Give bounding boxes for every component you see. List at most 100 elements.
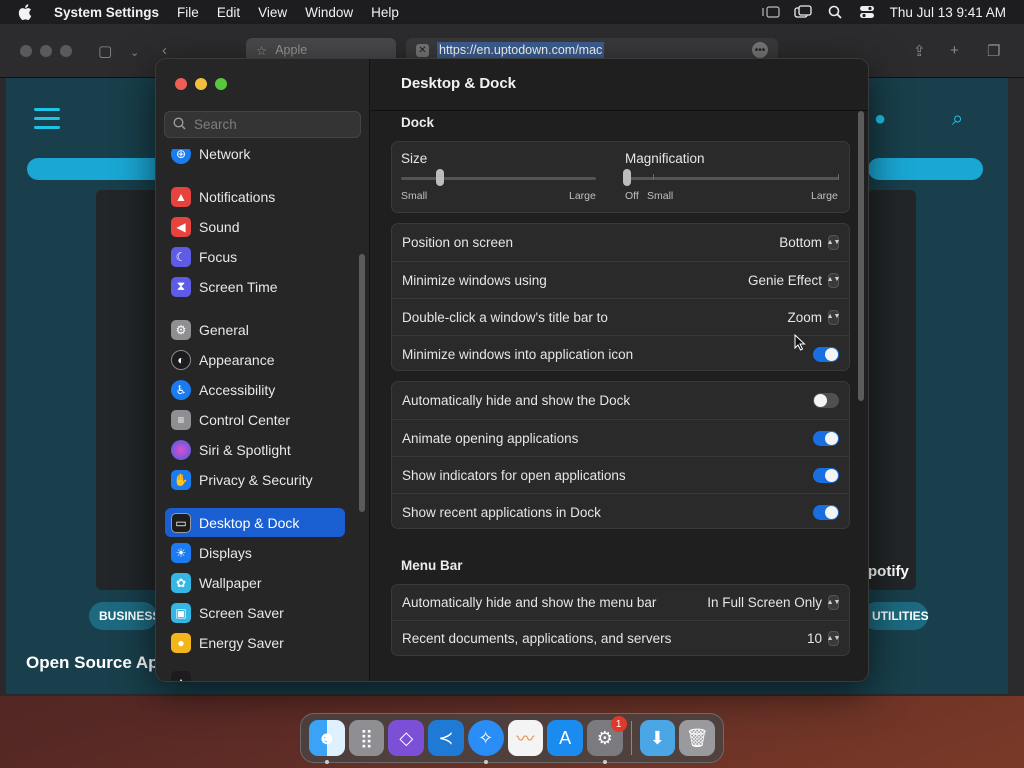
- sidebar-item-sound[interactable]: ◀ Sound: [165, 212, 345, 241]
- trash-icon[interactable]: 🗑: [679, 720, 716, 756]
- size-slider-knob[interactable]: [436, 169, 444, 186]
- row-auto-hide-menu-bar[interactable]: Automatically hide and show the menu bar…: [392, 585, 849, 620]
- finder-icon[interactable]: ☻: [309, 720, 345, 764]
- row-show-recent-apps[interactable]: Show recent applications in Dock: [392, 493, 849, 530]
- position-popup[interactable]: Bottom ▲▼: [779, 235, 840, 250]
- back-arrow-icon[interactable]: ‹: [162, 42, 167, 59]
- sidebar-item-appearance[interactable]: ◐ Appearance: [165, 345, 345, 374]
- sidebar-scrollbar[interactable]: [359, 254, 365, 512]
- row-show-indicators[interactable]: Show indicators for open applications: [392, 456, 849, 493]
- hamburger-menu-icon[interactable]: [34, 108, 60, 135]
- sidebar-item-focus[interactable]: ☾ Focus: [165, 242, 345, 271]
- size-slider-track[interactable]: [401, 177, 596, 180]
- row-animate-opening[interactable]: Animate opening applications: [392, 419, 849, 456]
- app-card-title[interactable]: potify: [868, 563, 909, 580]
- sidebar-item-label: Wallpaper: [199, 574, 262, 591]
- category-chip[interactable]: UTILITIES: [862, 602, 929, 630]
- magnification-slider-track[interactable]: [625, 177, 839, 180]
- visual-studio-icon[interactable]: ◇: [388, 720, 425, 756]
- show-recent-apps-toggle[interactable]: [813, 504, 839, 520]
- downloads-folder-icon[interactable]: ⬇: [639, 720, 676, 756]
- minimize-into-icon-toggle[interactable]: [813, 346, 839, 362]
- apple-menu-icon[interactable]: [0, 4, 50, 20]
- freeform-icon[interactable]: 〰: [507, 720, 544, 756]
- safari-icon[interactable]: ✧: [467, 720, 504, 764]
- menu-window[interactable]: Window: [296, 5, 362, 20]
- sidebar-item-wallpaper[interactable]: ✿ Wallpaper: [165, 568, 345, 597]
- sidebar-search-field[interactable]: Search: [164, 111, 361, 138]
- sidebar-item-lock-screen[interactable]: ▴: [165, 666, 345, 681]
- tab-close-icon[interactable]: ✕: [416, 43, 429, 57]
- stage-manager-icon[interactable]: [762, 5, 780, 19]
- sidebar-item-displays[interactable]: ☀ Displays: [165, 538, 345, 567]
- sidebar-item-control-center[interactable]: ≡ Control Center: [165, 405, 345, 434]
- menu-app-name[interactable]: System Settings: [50, 5, 168, 20]
- popup-chevron-icon: ▲▼: [827, 272, 840, 288]
- tab-label: Apple: [275, 43, 308, 57]
- vscode-icon[interactable]: ≺: [428, 720, 464, 756]
- page-title: Desktop & Dock: [401, 75, 517, 92]
- tab-overview-icon[interactable]: ❐: [987, 42, 1000, 60]
- menu-edit[interactable]: Edit: [208, 5, 249, 20]
- recent-items-popup[interactable]: 10 ▲▼: [807, 631, 840, 646]
- size-min-label: Small: [401, 190, 428, 202]
- screen-mirroring-icon[interactable]: [794, 5, 812, 19]
- sidebar-item-siri-spotlight[interactable]: Siri & Spotlight: [165, 435, 345, 464]
- menu-view[interactable]: View: [249, 5, 296, 20]
- magnification-slider-knob[interactable]: [623, 169, 631, 186]
- row-auto-hide-dock[interactable]: Automatically hide and show the Dock: [392, 382, 849, 419]
- sidebar-item-notifications[interactable]: ▲ Notifications: [165, 182, 345, 211]
- browser-minimize-dot[interactable]: [40, 45, 52, 57]
- minimize-effect-popup[interactable]: Genie Effect ▲▼: [747, 272, 840, 288]
- sidebar-toggle-icon[interactable]: ▢: [98, 42, 112, 60]
- app-store-icon[interactable]: A: [547, 720, 583, 756]
- menu-bar-hide-popup[interactable]: In Full Screen Only ▲▼: [707, 595, 840, 610]
- browser-zoom-dot[interactable]: [60, 45, 72, 57]
- browser-close-dot[interactable]: [20, 45, 32, 57]
- show-indicators-toggle[interactable]: [813, 467, 839, 483]
- zoom-button[interactable]: [215, 78, 227, 90]
- close-button[interactable]: [175, 78, 187, 90]
- content-scrollbar[interactable]: [858, 111, 864, 401]
- search-icon[interactable]: ⌕: [952, 108, 963, 131]
- menu-clock[interactable]: Thu Jul 13 9:41 AM: [890, 5, 1006, 20]
- sidebar-item-network[interactable]: ⊕ Network: [165, 149, 345, 168]
- sidebar-item-accessibility[interactable]: ♿ Accessibility: [165, 375, 345, 404]
- menu-file[interactable]: File: [168, 5, 208, 20]
- magnification-tick: [653, 174, 654, 180]
- row-position-on-screen[interactable]: Position on screen Bottom ▲▼: [392, 224, 849, 261]
- search-bar-left[interactable]: [27, 158, 167, 180]
- double-click-popup[interactable]: Zoom ▲▼: [787, 309, 840, 325]
- sidebar-item-energy-saver[interactable]: ● Energy Saver: [165, 628, 345, 657]
- more-icon[interactable]: •••: [752, 42, 768, 58]
- sidebar-item-screen-time[interactable]: ⧗ Screen Time: [165, 272, 345, 301]
- sidebar-item-screen-saver[interactable]: ▣ Screen Saver: [165, 598, 345, 627]
- app-card[interactable]: [96, 190, 161, 590]
- spotlight-search-icon[interactable]: [826, 5, 844, 19]
- row-minimize-windows-using[interactable]: Minimize windows using Genie Effect ▲▼: [392, 261, 849, 298]
- apple-logo-icon[interactable]: ●: [874, 108, 886, 131]
- system-settings-icon[interactable]: ⚙ 1: [586, 716, 627, 764]
- control-center-icon[interactable]: [858, 5, 876, 19]
- menu-help[interactable]: Help: [362, 5, 408, 20]
- search-bar-right[interactable]: [868, 158, 983, 180]
- app-card[interactable]: [868, 190, 916, 590]
- address-bar-url[interactable]: https://en.uptodown.com/mac: [437, 42, 605, 58]
- sidebar-item-general[interactable]: ⚙ General: [165, 315, 345, 344]
- launchpad-icon[interactable]: ⣿: [348, 720, 385, 756]
- minimize-button[interactable]: [195, 78, 207, 90]
- auto-hide-dock-toggle[interactable]: [813, 393, 839, 408]
- category-chip[interactable]: BUSINESS: [89, 602, 160, 630]
- popup-value: Genie Effect: [747, 272, 822, 288]
- row-double-click-title-bar[interactable]: Double-click a window's title bar to Zoo…: [392, 298, 849, 335]
- animate-opening-toggle[interactable]: [813, 430, 839, 446]
- sidebar-item-desktop-dock[interactable]: ▭ Desktop & Dock: [165, 508, 345, 537]
- share-icon[interactable]: ⇪: [913, 42, 926, 60]
- row-recent-documents[interactable]: Recent documents, applications, and serv…: [392, 620, 849, 656]
- chevron-down-icon[interactable]: ⌄: [130, 46, 139, 59]
- row-minimize-into-app-icon[interactable]: Minimize windows into application icon: [392, 335, 849, 372]
- row-label: Show recent applications in Dock: [402, 504, 601, 520]
- menu-bar: System Settings File Edit View Window He…: [0, 0, 1024, 24]
- new-tab-icon[interactable]: +: [950, 42, 959, 59]
- sidebar-item-privacy-security[interactable]: ✋ Privacy & Security: [165, 465, 345, 494]
